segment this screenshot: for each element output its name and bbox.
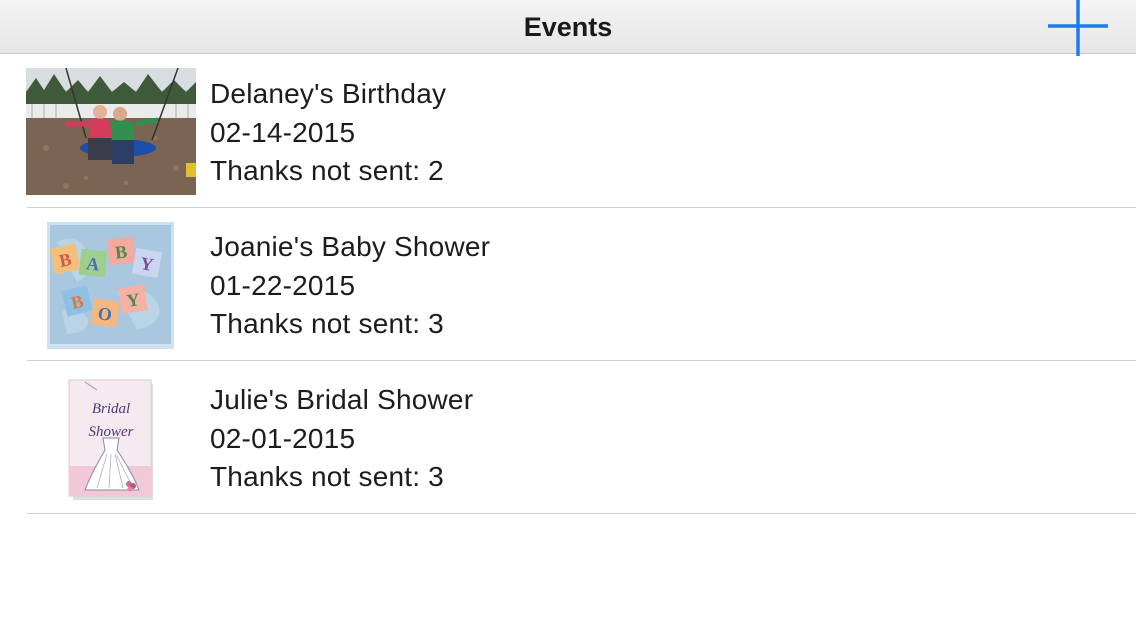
event-info: Julie's Bridal Shower 02-01-2015 Thanks … xyxy=(210,381,473,497)
event-thumbnail: B A B Y B O Y xyxy=(47,222,174,349)
thanks-not-sent: Thanks not sent: 3 xyxy=(210,308,444,339)
list-item[interactable]: B A B Y B O Y Joanie's Baby Shower 01-22… xyxy=(0,208,1136,361)
bridal-shower-dress-card-image: Bridal Shower xyxy=(68,379,153,500)
page-title: Events xyxy=(523,12,613,42)
plus-icon xyxy=(1048,0,1108,56)
list-item[interactable]: Delaney's Birthday 02-14-2015 Thanks not… xyxy=(0,55,1136,208)
baby-boy-blocks-card-image: B A B Y B O Y xyxy=(47,222,174,349)
event-info: Delaney's Birthday 02-14-2015 Thanks not… xyxy=(210,75,446,191)
add-event-button[interactable] xyxy=(1046,0,1110,56)
event-date: 02-14-2015 xyxy=(210,116,356,148)
card-text: Bridal xyxy=(92,401,130,417)
row-divider xyxy=(27,513,1136,514)
navigation-bar: Events xyxy=(0,0,1136,56)
block-letter: A xyxy=(85,253,100,274)
event-name: Julie's Bridal Shower xyxy=(210,384,474,415)
block-letter: B xyxy=(114,241,128,262)
event-date: 01-22-2015 xyxy=(210,269,356,301)
block-letter: Y xyxy=(125,289,141,311)
event-thumbnail: Bridal Shower xyxy=(67,378,157,502)
thanks-not-sent: Thanks not sent: 2 xyxy=(210,155,444,186)
list-item[interactable]: Bridal Shower Julie's Bridal Shower 02-0… xyxy=(0,361,1136,514)
event-date: 02-01-2015 xyxy=(210,422,356,454)
event-name: Delaney's Birthday xyxy=(210,78,447,109)
event-name: Joanie's Baby Shower xyxy=(210,231,491,262)
photo-children-on-swing-image xyxy=(26,68,196,195)
block-letter: O xyxy=(97,303,114,325)
thanks-not-sent: Thanks not sent: 3 xyxy=(210,461,444,492)
event-info: Joanie's Baby Shower 01-22-2015 Thanks n… xyxy=(210,228,490,344)
event-thumbnail xyxy=(26,68,196,195)
